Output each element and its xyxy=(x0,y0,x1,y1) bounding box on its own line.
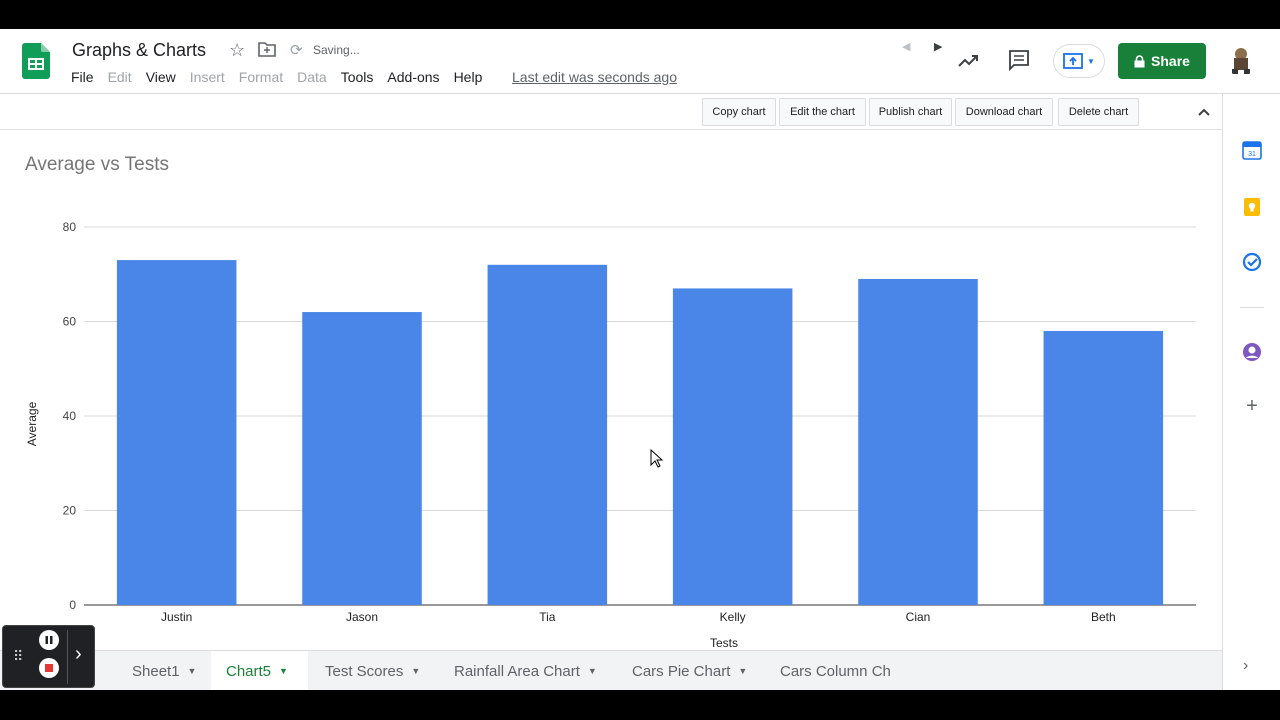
tasks-icon[interactable] xyxy=(1242,252,1262,272)
menu-add-ons[interactable]: Add-ons xyxy=(387,69,446,85)
sheet-tab[interactable]: Rainfall Area Chart ▼ xyxy=(439,651,615,690)
recorder-divider xyxy=(67,630,68,684)
y-tick-label: 40 xyxy=(63,409,77,423)
menu-format[interactable]: Format xyxy=(239,69,290,85)
share-button[interactable]: Share xyxy=(1118,43,1206,79)
share-label: Share xyxy=(1151,53,1190,69)
tab-menu-caret-icon[interactable]: ▼ xyxy=(588,666,597,676)
publish-chart-button[interactable]: Publish chart xyxy=(869,98,952,126)
sheet-tab[interactable]: Cars Pie Chart ▼ xyxy=(617,651,763,690)
sheet-tab-label: Test Scores xyxy=(325,662,404,680)
bar-cian xyxy=(858,278,978,605)
copy-chart-button[interactable]: Copy chart xyxy=(702,98,776,126)
menu-edit[interactable]: Edit xyxy=(108,69,139,85)
sheet-tab[interactable]: Test Scores ▼ xyxy=(310,651,437,690)
sheet-tab-label: Cars Pie Chart xyxy=(632,662,731,680)
y-axis-title: Average xyxy=(25,401,39,446)
menu-view[interactable]: View xyxy=(146,69,183,85)
x-tick-label: Jason xyxy=(346,610,378,624)
bar-kelly xyxy=(672,288,793,605)
saving-status: Saving... xyxy=(313,43,360,57)
calendar-icon[interactable]: 31 xyxy=(1242,140,1262,160)
tab-menu-caret-icon[interactable]: ▼ xyxy=(738,666,747,676)
chevron-up-icon[interactable] xyxy=(1196,104,1212,120)
chevron-right-icon[interactable]: › xyxy=(1243,657,1248,675)
tab-menu-caret-icon[interactable]: ▼ xyxy=(188,666,197,676)
sheets-logo-icon[interactable] xyxy=(22,43,50,79)
sheet-tab[interactable]: Chart5 ▼ xyxy=(211,651,308,690)
present-button[interactable]: ▼ xyxy=(1053,44,1105,78)
avatar[interactable] xyxy=(1225,44,1257,76)
plus-icon[interactable]: + xyxy=(1242,396,1262,416)
tab-menu-caret-icon[interactable]: ▼ xyxy=(279,666,288,676)
chart-toolbar: Copy chart Edit the chart Publish chart … xyxy=(0,94,1222,130)
side-divider xyxy=(1240,307,1264,308)
mouse-cursor-icon xyxy=(650,449,664,468)
header: Graphs & Charts ☆ ⟳ Saving... File Edit Vi… xyxy=(0,29,1280,94)
sheet-tab-label: Sheet1 xyxy=(132,662,180,680)
folder-icon[interactable] xyxy=(258,41,276,57)
sheet-tab[interactable]: Cars Column Ch xyxy=(765,651,905,690)
y-tick-label: 60 xyxy=(63,315,77,329)
x-tick-label: Kelly xyxy=(720,610,746,624)
bar-beth xyxy=(1043,330,1164,605)
menu-tools[interactable]: Tools xyxy=(341,69,381,85)
bar-chart: 0 20 40 60 80 Justin Jason Tia Kelly Cian Beth Test… xyxy=(25,220,1196,650)
edit-chart-button[interactable]: Edit the chart xyxy=(779,98,866,126)
stop-icon[interactable] xyxy=(39,658,59,678)
lock-icon xyxy=(1134,54,1145,67)
sheet-tab-label: Rainfall Area Chart xyxy=(454,662,580,680)
keep-icon[interactable] xyxy=(1242,197,1262,217)
bar-tia xyxy=(487,264,608,605)
comment-icon[interactable] xyxy=(1008,49,1030,71)
app-window: Graphs & Charts ☆ ⟳ Saving... File Edit Vi… xyxy=(0,29,1280,690)
x-tick-label: Beth xyxy=(1091,610,1116,624)
trend-icon[interactable] xyxy=(956,49,980,73)
menu-insert[interactable]: Insert xyxy=(190,69,232,85)
menu-help[interactable]: Help xyxy=(454,69,490,85)
side-panel: 31 + xyxy=(1222,94,1280,690)
sheet-tab[interactable]: Sheet1 ▼ xyxy=(117,651,209,690)
contacts-icon[interactable] xyxy=(1242,342,1262,362)
chart-area[interactable]: Average vs Tests 0 20 40 60 80 Justin Jason Tia… xyxy=(0,130,1222,650)
download-chart-button[interactable]: Download chart xyxy=(955,98,1053,126)
star-icon[interactable]: ☆ xyxy=(229,40,245,61)
tab-menu-caret-icon[interactable]: ▼ xyxy=(411,666,420,676)
menu-data[interactable]: Data xyxy=(297,69,334,85)
last-edit-link[interactable]: Last edit was seconds ago xyxy=(512,69,677,85)
y-tick-label: 20 xyxy=(63,504,77,518)
document-title[interactable]: Graphs & Charts xyxy=(72,40,206,61)
x-tick-label: Tia xyxy=(539,610,556,624)
menubar: File Edit View Insert Format Data Tools Add-ons… xyxy=(71,69,496,85)
x-tick-label: Justin xyxy=(161,610,192,624)
chevron-right-icon[interactable]: › xyxy=(75,643,82,666)
sheet-tab-label: Cars Column Ch xyxy=(780,662,891,680)
y-tick-label: 80 xyxy=(63,220,77,234)
bar-jason xyxy=(302,312,422,605)
x-axis-title: Tests xyxy=(710,636,738,650)
bar-justin xyxy=(116,260,237,605)
menu-file[interactable]: File xyxy=(71,69,101,85)
sheet-tab-bar: Sheet1 ▼ Chart5 ▼ Test Scores ▼ Rainfall Area … xyxy=(0,650,1222,690)
drag-handle-icon[interactable]: ⠿ xyxy=(13,648,23,665)
y-tick-label: 0 xyxy=(69,598,76,612)
svg-text:31: 31 xyxy=(1248,151,1256,158)
tab-scroll-right-icon[interactable]: ▶ xyxy=(934,40,942,53)
delete-chart-button[interactable]: Delete chart xyxy=(1058,98,1139,126)
present-icon xyxy=(1063,53,1083,69)
tab-scroll-left-icon[interactable]: ◀ xyxy=(902,40,910,53)
pause-icon[interactable] xyxy=(39,630,59,650)
x-tick-label: Cian xyxy=(906,610,931,624)
screen-recorder-widget: ⠿ › xyxy=(2,625,95,688)
sheet-tab-label: Chart5 xyxy=(226,662,272,680)
sync-icon: ⟳ xyxy=(290,42,303,59)
chevron-down-icon: ▼ xyxy=(1087,56,1095,66)
